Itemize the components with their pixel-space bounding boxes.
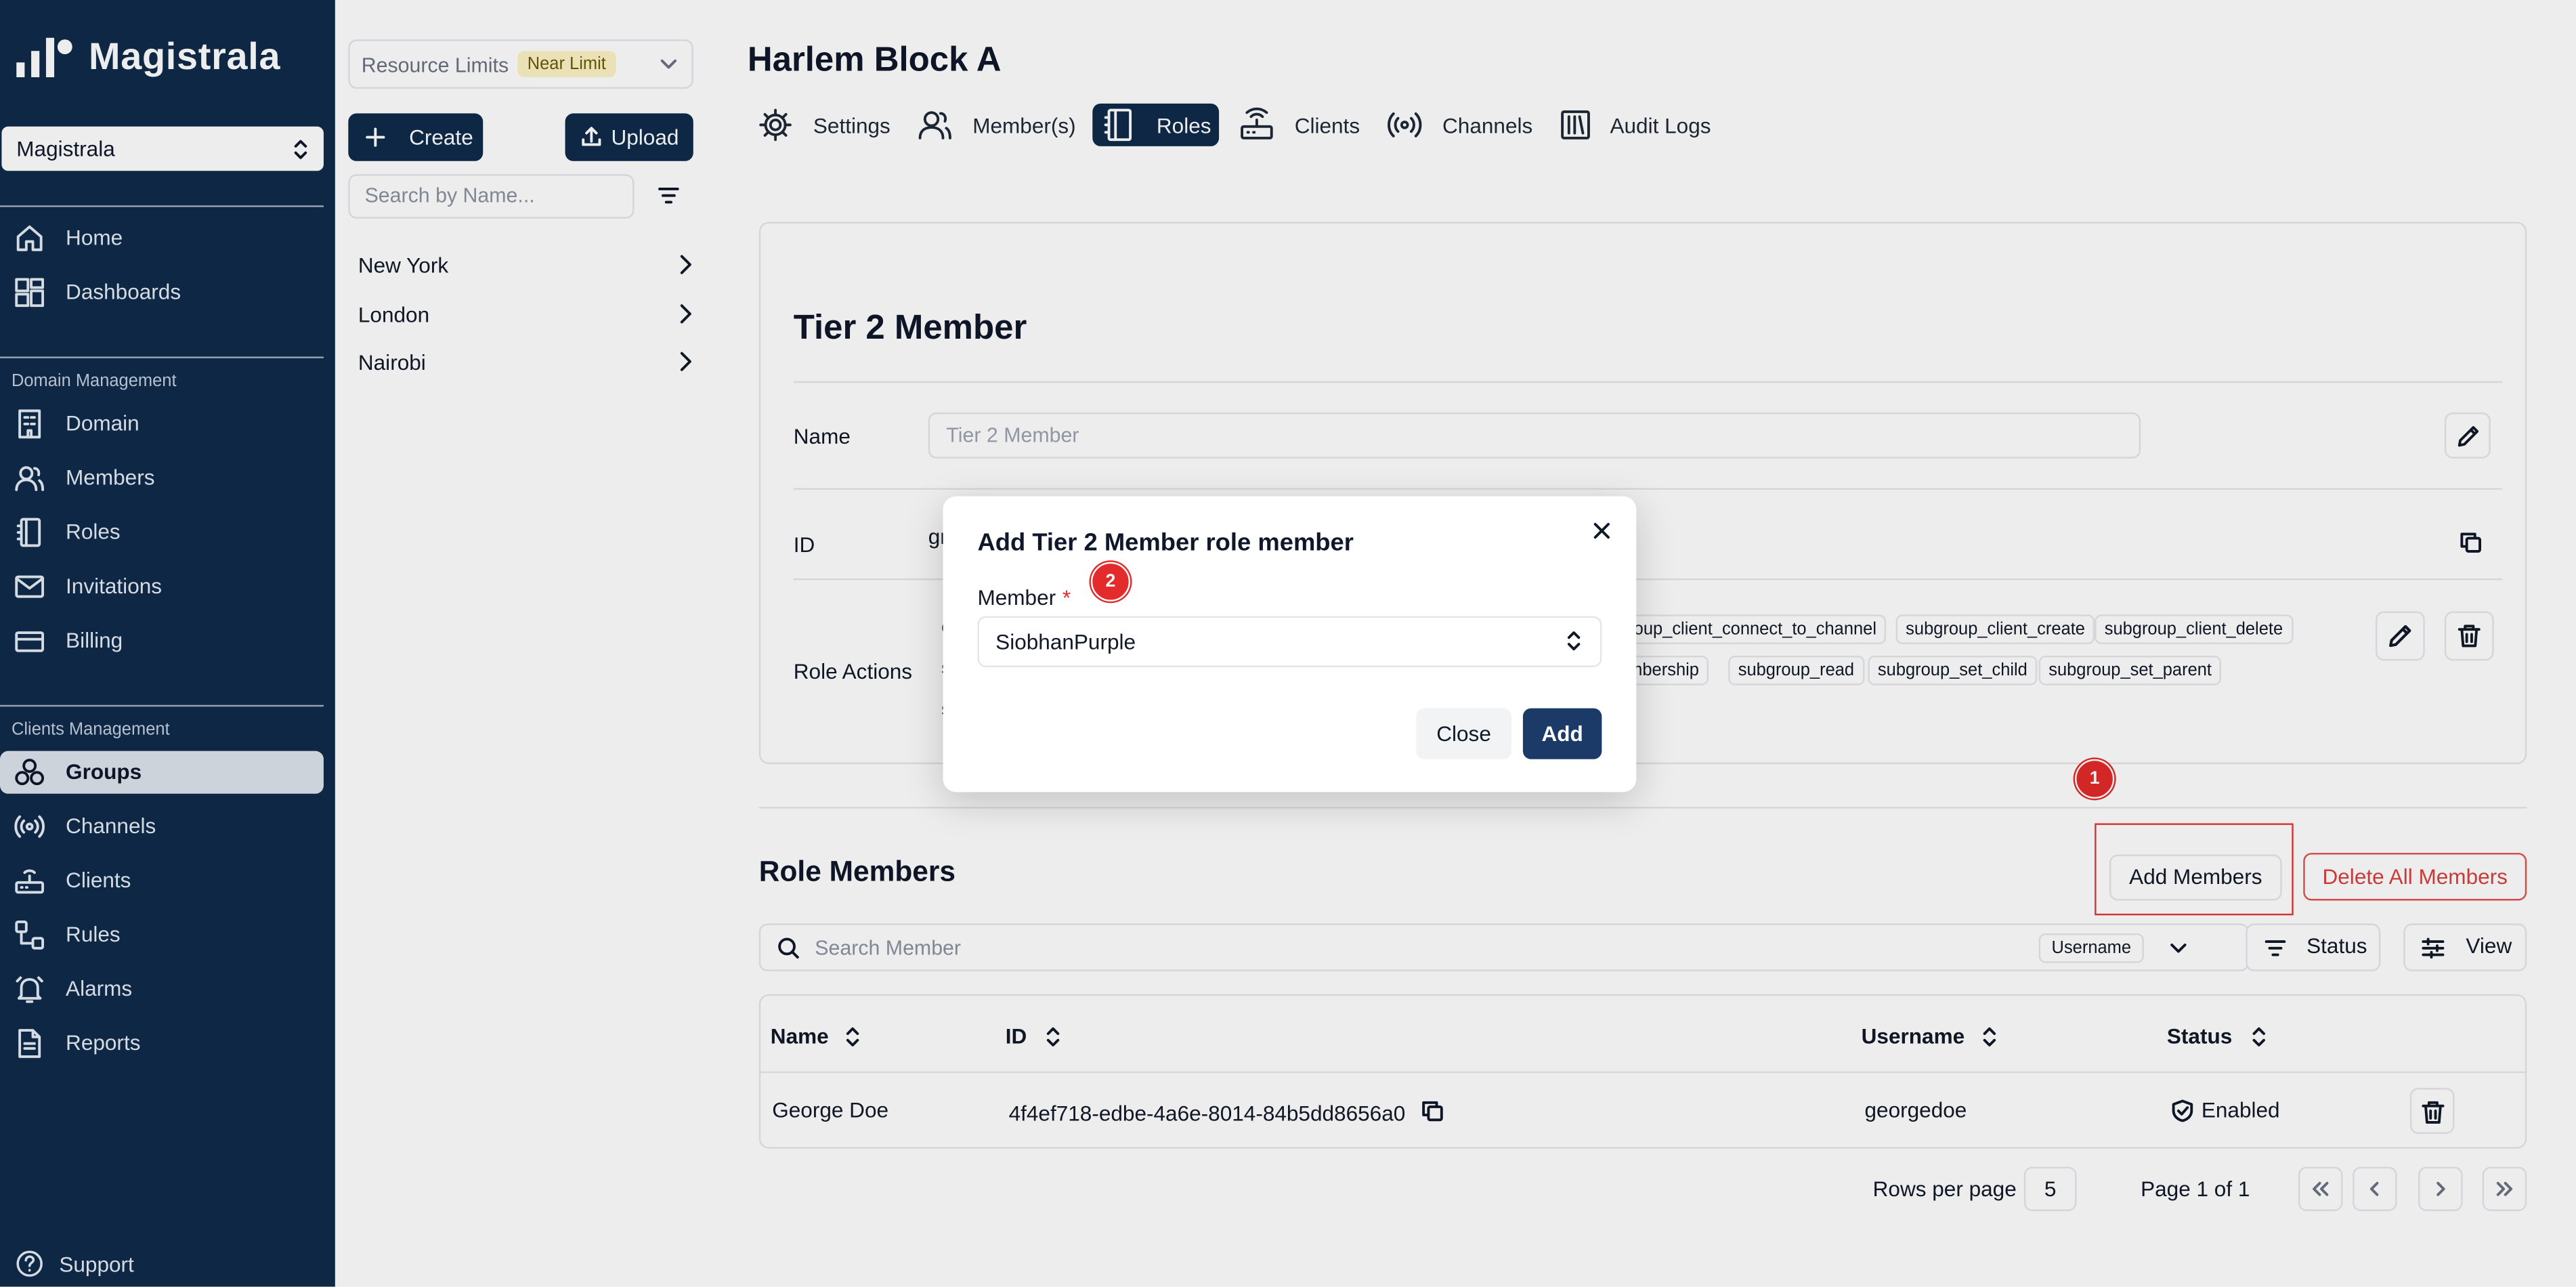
- member-field-label: Member *: [977, 585, 1071, 610]
- close-button[interactable]: Close: [1416, 708, 1511, 759]
- add-role-member-dialog: Add Tier 2 Member role member Member * 2 …: [943, 496, 1637, 793]
- close-icon[interactable]: [1592, 521, 1612, 541]
- chevron-updown-icon: [1567, 631, 1581, 651]
- member-select[interactable]: SiobhanPurple: [977, 616, 1602, 667]
- member-select-value: SiobhanPurple: [995, 629, 1136, 654]
- member-label-text: Member: [977, 585, 1056, 610]
- add-button[interactable]: Add: [1522, 708, 1602, 759]
- dialog-title: Add Tier 2 Member role member: [977, 529, 1354, 557]
- required-marker: *: [1062, 585, 1071, 610]
- step-2-badge: 2: [1090, 562, 1131, 602]
